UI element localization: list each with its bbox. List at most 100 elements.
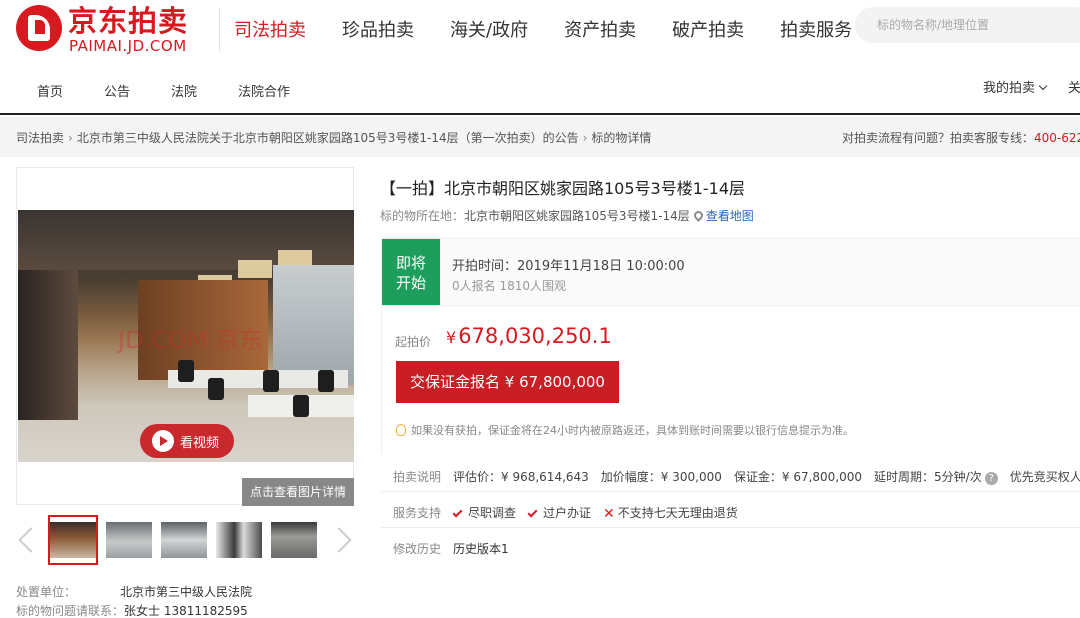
breadcrumb-bar: 司法拍卖 › 北京市第三中级人民法院关于北京市朝阳区姚家园路105号3号楼1-14层… — [0, 117, 1080, 157]
lot-title: 【一拍】北京市朝阳区姚家园路105号3号楼1-14层 — [380, 179, 746, 198]
truncated-menu-item[interactable]: 关 — [1068, 77, 1080, 96]
search-box — [855, 7, 1080, 43]
location-value: 北京市朝阳区姚家园路105号3号楼1-14层 — [464, 209, 690, 223]
history-label: 修改历史 — [393, 542, 442, 556]
breadcrumb-separator: › — [582, 131, 588, 145]
view-map-link[interactable]: 查看地图 — [706, 209, 754, 223]
start-price: ¥678,030,250.1 — [446, 324, 612, 348]
deposit-tip: 如果没有获拍，保证金将在24小时内被原路返还，具体到账时间需要以银行信息提示为准… — [396, 422, 854, 438]
deposit-amount: 保证金：¥ 67,800,000 — [733, 470, 863, 484]
logo-divider — [219, 8, 220, 52]
bid-panel: 即将 开始 开拍时间：2019年11月18日 10:00:00 0人报名 181… — [381, 238, 1080, 455]
thumbnail-2[interactable] — [104, 515, 154, 565]
photo-chair — [293, 395, 309, 417]
registration-counts: 0人报名 1810人围观 — [452, 279, 566, 293]
subnav-court-cooperation[interactable]: 法院合作 — [238, 81, 290, 100]
photo-chair — [208, 378, 224, 400]
prev-arrow-icon[interactable] — [16, 525, 34, 555]
checkmark-icon — [527, 507, 538, 518]
photo-chair — [178, 360, 194, 382]
service-label: 服务支持 — [393, 506, 442, 520]
hotline-number: 400-622-9 — [1034, 131, 1080, 145]
status-line-1: 即将 — [395, 254, 426, 272]
price-box: 起拍价 ¥678,030,250.1 交保证金报名 ¥ 67,800,000 如… — [382, 305, 1080, 455]
service-due-diligence: 尽职调查 — [468, 506, 517, 520]
cut-off-side-widget — [1076, 320, 1080, 400]
disposal-unit-label: 处置单位： — [16, 585, 77, 599]
watch-video-label: 看视频 — [180, 435, 220, 451]
jd-auction-logo[interactable]: 京东拍卖 PAIMAI.JD.COM — [16, 5, 206, 55]
subnav-home[interactable]: 首页 — [37, 81, 63, 100]
start-time: 开拍时间：2019年11月18日 10:00:00 — [452, 259, 685, 274]
location-label: 标的物所在地： — [380, 209, 465, 223]
bid-increment: 加价幅度：¥ 300,000 — [600, 470, 722, 484]
lot-location: 标的物所在地：北京市朝阳区姚家园路105号3号楼1-14层 查看地图 — [380, 207, 754, 224]
thumbnail-image — [161, 522, 207, 558]
photo-detail-button[interactable]: 点击查看图片详情 — [242, 478, 354, 506]
logo-mark-icon — [16, 5, 62, 51]
thumbnail-5[interactable] — [269, 515, 319, 565]
help-icon[interactable]: ? — [984, 472, 998, 485]
logo-name-cn: 京东拍卖 — [68, 4, 189, 38]
subnav-announcements[interactable]: 公告 — [104, 81, 130, 100]
breadcrumb-announcement[interactable]: 北京市第三中级人民法院关于北京市朝阳区姚家园路105号3号楼1-14层（第一次拍… — [77, 131, 579, 145]
my-auction-menu[interactable]: 我的拍卖 — [983, 77, 1048, 96]
photo-corridor — [18, 270, 78, 420]
logo-name-en: PAIMAI.JD.COM — [69, 37, 187, 55]
top-header: 京东拍卖 PAIMAI.JD.COM 司法拍卖 珍品拍卖 海关/政府 资产拍卖 … — [0, 0, 1080, 62]
service-no-return: 不支持七天无理由退货 — [617, 506, 738, 520]
nav-bankruptcy-auction[interactable]: 破产拍卖 — [672, 18, 744, 44]
nav-judicial-auction[interactable]: 司法拍卖 — [234, 18, 306, 44]
history-version-link[interactable]: 历史版本1 — [453, 540, 509, 557]
photo-chair — [318, 370, 334, 392]
thumbnail-4[interactable] — [214, 515, 264, 565]
thumbnail-1[interactable] — [48, 515, 98, 565]
nav-customs-government[interactable]: 海关/政府 — [450, 18, 528, 44]
contact-label: 标的物问题请联系： — [16, 604, 125, 618]
main-nav: 司法拍卖 珍品拍卖 海关/政府 资产拍卖 破产拍卖 拍卖服务 — [234, 18, 852, 44]
service-support-row: 服务支持 尽职调查 过户办证 ✕ 不支持七天无理由退货 — [381, 492, 1080, 528]
search-input[interactable] — [855, 7, 1055, 43]
thumbnail-strip — [16, 515, 356, 565]
service-content: 尽职调查 过户办证 ✕ 不支持七天无理由退货 — [452, 504, 738, 522]
deposit-tip-text: 如果没有获拍，保证金将在24小时内被原路返还，具体到账时间需要以银行信息提示为准… — [411, 424, 854, 437]
delay-period: 延时周期：5分钟/次 — [874, 470, 982, 484]
breadcrumb-separator: › — [68, 131, 73, 145]
subnav-courts[interactable]: 法院 — [171, 81, 197, 100]
thumbnail-image — [216, 522, 262, 558]
disposal-unit-value: 北京市第三中级人民法院 — [120, 585, 253, 599]
main-photo[interactable]: JD.COM 京东 看视频 — [18, 210, 354, 462]
start-price-value: 678,030,250.1 — [458, 324, 612, 348]
priority-bidder: 优先竞买权人：有 — [1009, 470, 1080, 484]
thumbnail-image — [271, 522, 317, 558]
sub-nav: 首页 公告 法院 法院合作 我的拍卖 关 — [0, 62, 1080, 115]
appraisal-value: 评估价：¥ 968,614,643 — [453, 470, 589, 484]
hotline-label: 对拍卖流程有问题？拍卖客服专线： — [842, 131, 1035, 145]
next-arrow-icon[interactable] — [334, 525, 352, 555]
deposit-register-button[interactable]: 交保证金报名 ¥ 67,800,000 — [396, 361, 619, 403]
customer-hotline: 对拍卖流程有问题？拍卖客服专线：400-622-9 — [842, 129, 1080, 146]
status-line-2: 开始 — [395, 274, 426, 292]
start-price-label: 起拍价 — [395, 335, 432, 349]
my-auction-label: 我的拍卖 — [983, 81, 1036, 96]
nav-treasure-auction[interactable]: 珍品拍卖 — [342, 18, 414, 44]
nav-asset-auction[interactable]: 资产拍卖 — [564, 18, 636, 44]
thumbnail-3[interactable] — [159, 515, 209, 565]
watch-video-button[interactable]: 看视频 — [140, 424, 234, 458]
breadcrumb-judicial[interactable]: 司法拍卖 — [16, 131, 64, 145]
terms-label: 拍卖说明 — [393, 470, 442, 484]
disposal-unit: 处置单位： 北京市第三中级人民法院 — [16, 583, 252, 600]
thumbnail-image — [50, 522, 96, 558]
play-icon — [152, 430, 174, 452]
nav-auction-service[interactable]: 拍卖服务 — [780, 18, 852, 44]
photo-chair — [263, 370, 279, 392]
photo-light — [238, 260, 272, 278]
thumbnail-image — [106, 522, 152, 558]
photo-watermark: JD.COM 京东 — [118, 326, 264, 354]
service-transfer: 过户办证 — [543, 506, 592, 520]
contact-info: 标的物问题请联系：张女士 13811182595 — [16, 602, 248, 618]
currency-symbol: ¥ — [446, 328, 457, 347]
breadcrumb: 司法拍卖 › 北京市第三中级人民法院关于北京市朝阳区姚家园路105号3号楼1-14层… — [16, 129, 651, 146]
checkmark-icon — [452, 507, 463, 518]
sub-nav-links: 首页 公告 法院 法院合作 — [37, 81, 290, 100]
